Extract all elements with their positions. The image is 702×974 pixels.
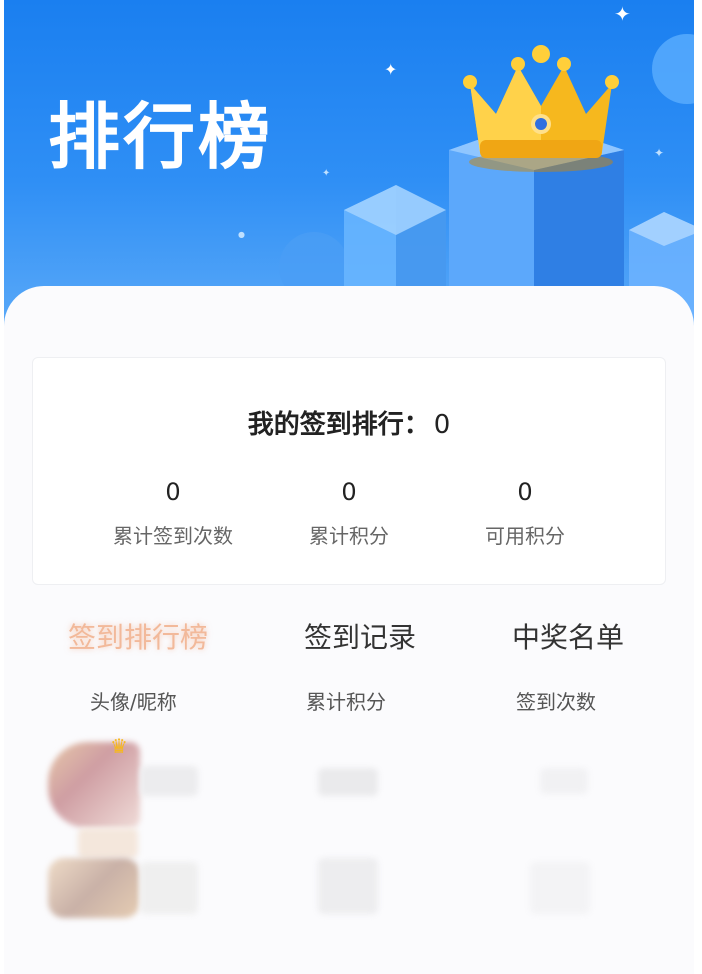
column-header-avatar-nickname: 头像/昵称 (90, 690, 177, 714)
stat-total-checkins: 0 累计签到次数 (73, 478, 273, 549)
my-rank-value: 0 (433, 410, 451, 440)
tab-checkin-records[interactable]: 签到记录 (304, 616, 416, 656)
page-title: 排行榜 (48, 95, 274, 179)
stat-available-points: 0 可用积分 (425, 478, 625, 549)
hero-banner: ✦ ✦ ✦ ✦ ● 排行榜 (4, 0, 694, 330)
sparkle-icon: ✦ (614, 2, 631, 26)
stat-value: 0 (341, 478, 357, 506)
sparkle-icon: ✦ (384, 60, 398, 79)
column-header-checkin-count: 签到次数 (516, 690, 596, 714)
my-rank-panel: 我的签到排行： 0 0 累计签到次数 0 累计积分 0 可用积分 (32, 357, 666, 585)
decorative-orb (652, 34, 694, 104)
points-blurred (318, 858, 378, 914)
nickname-blurred (140, 862, 198, 914)
points-blurred (318, 768, 378, 796)
stat-label: 累计签到次数 (113, 524, 233, 548)
sparkle-icon: ● (238, 230, 245, 239)
tab-winners-list[interactable]: 中奖名单 (512, 616, 624, 656)
stat-label: 累计积分 (309, 524, 389, 548)
checkin-count-blurred (530, 862, 590, 914)
stat-value: 0 (517, 478, 533, 506)
stat-total-points: 0 累计积分 (249, 478, 449, 549)
nickname-blurred (78, 828, 138, 858)
checkin-count-blurred (540, 768, 588, 794)
stat-value: 0 (165, 478, 181, 506)
nickname-blurred (140, 766, 198, 796)
sparkle-icon: ✦ (322, 168, 331, 179)
crown-icon (463, 45, 619, 172)
my-rank-heading: 我的签到排行： 0 (33, 404, 665, 441)
crown-icon: ♛ (110, 734, 128, 758)
avatar[interactable] (48, 858, 140, 918)
column-header-total-points: 累计积分 (306, 690, 386, 714)
my-rank-label: 我的签到排行： (247, 410, 430, 440)
stat-label: 可用积分 (485, 524, 565, 548)
tab-checkin-ranking[interactable]: 签到排行榜 (68, 616, 208, 656)
